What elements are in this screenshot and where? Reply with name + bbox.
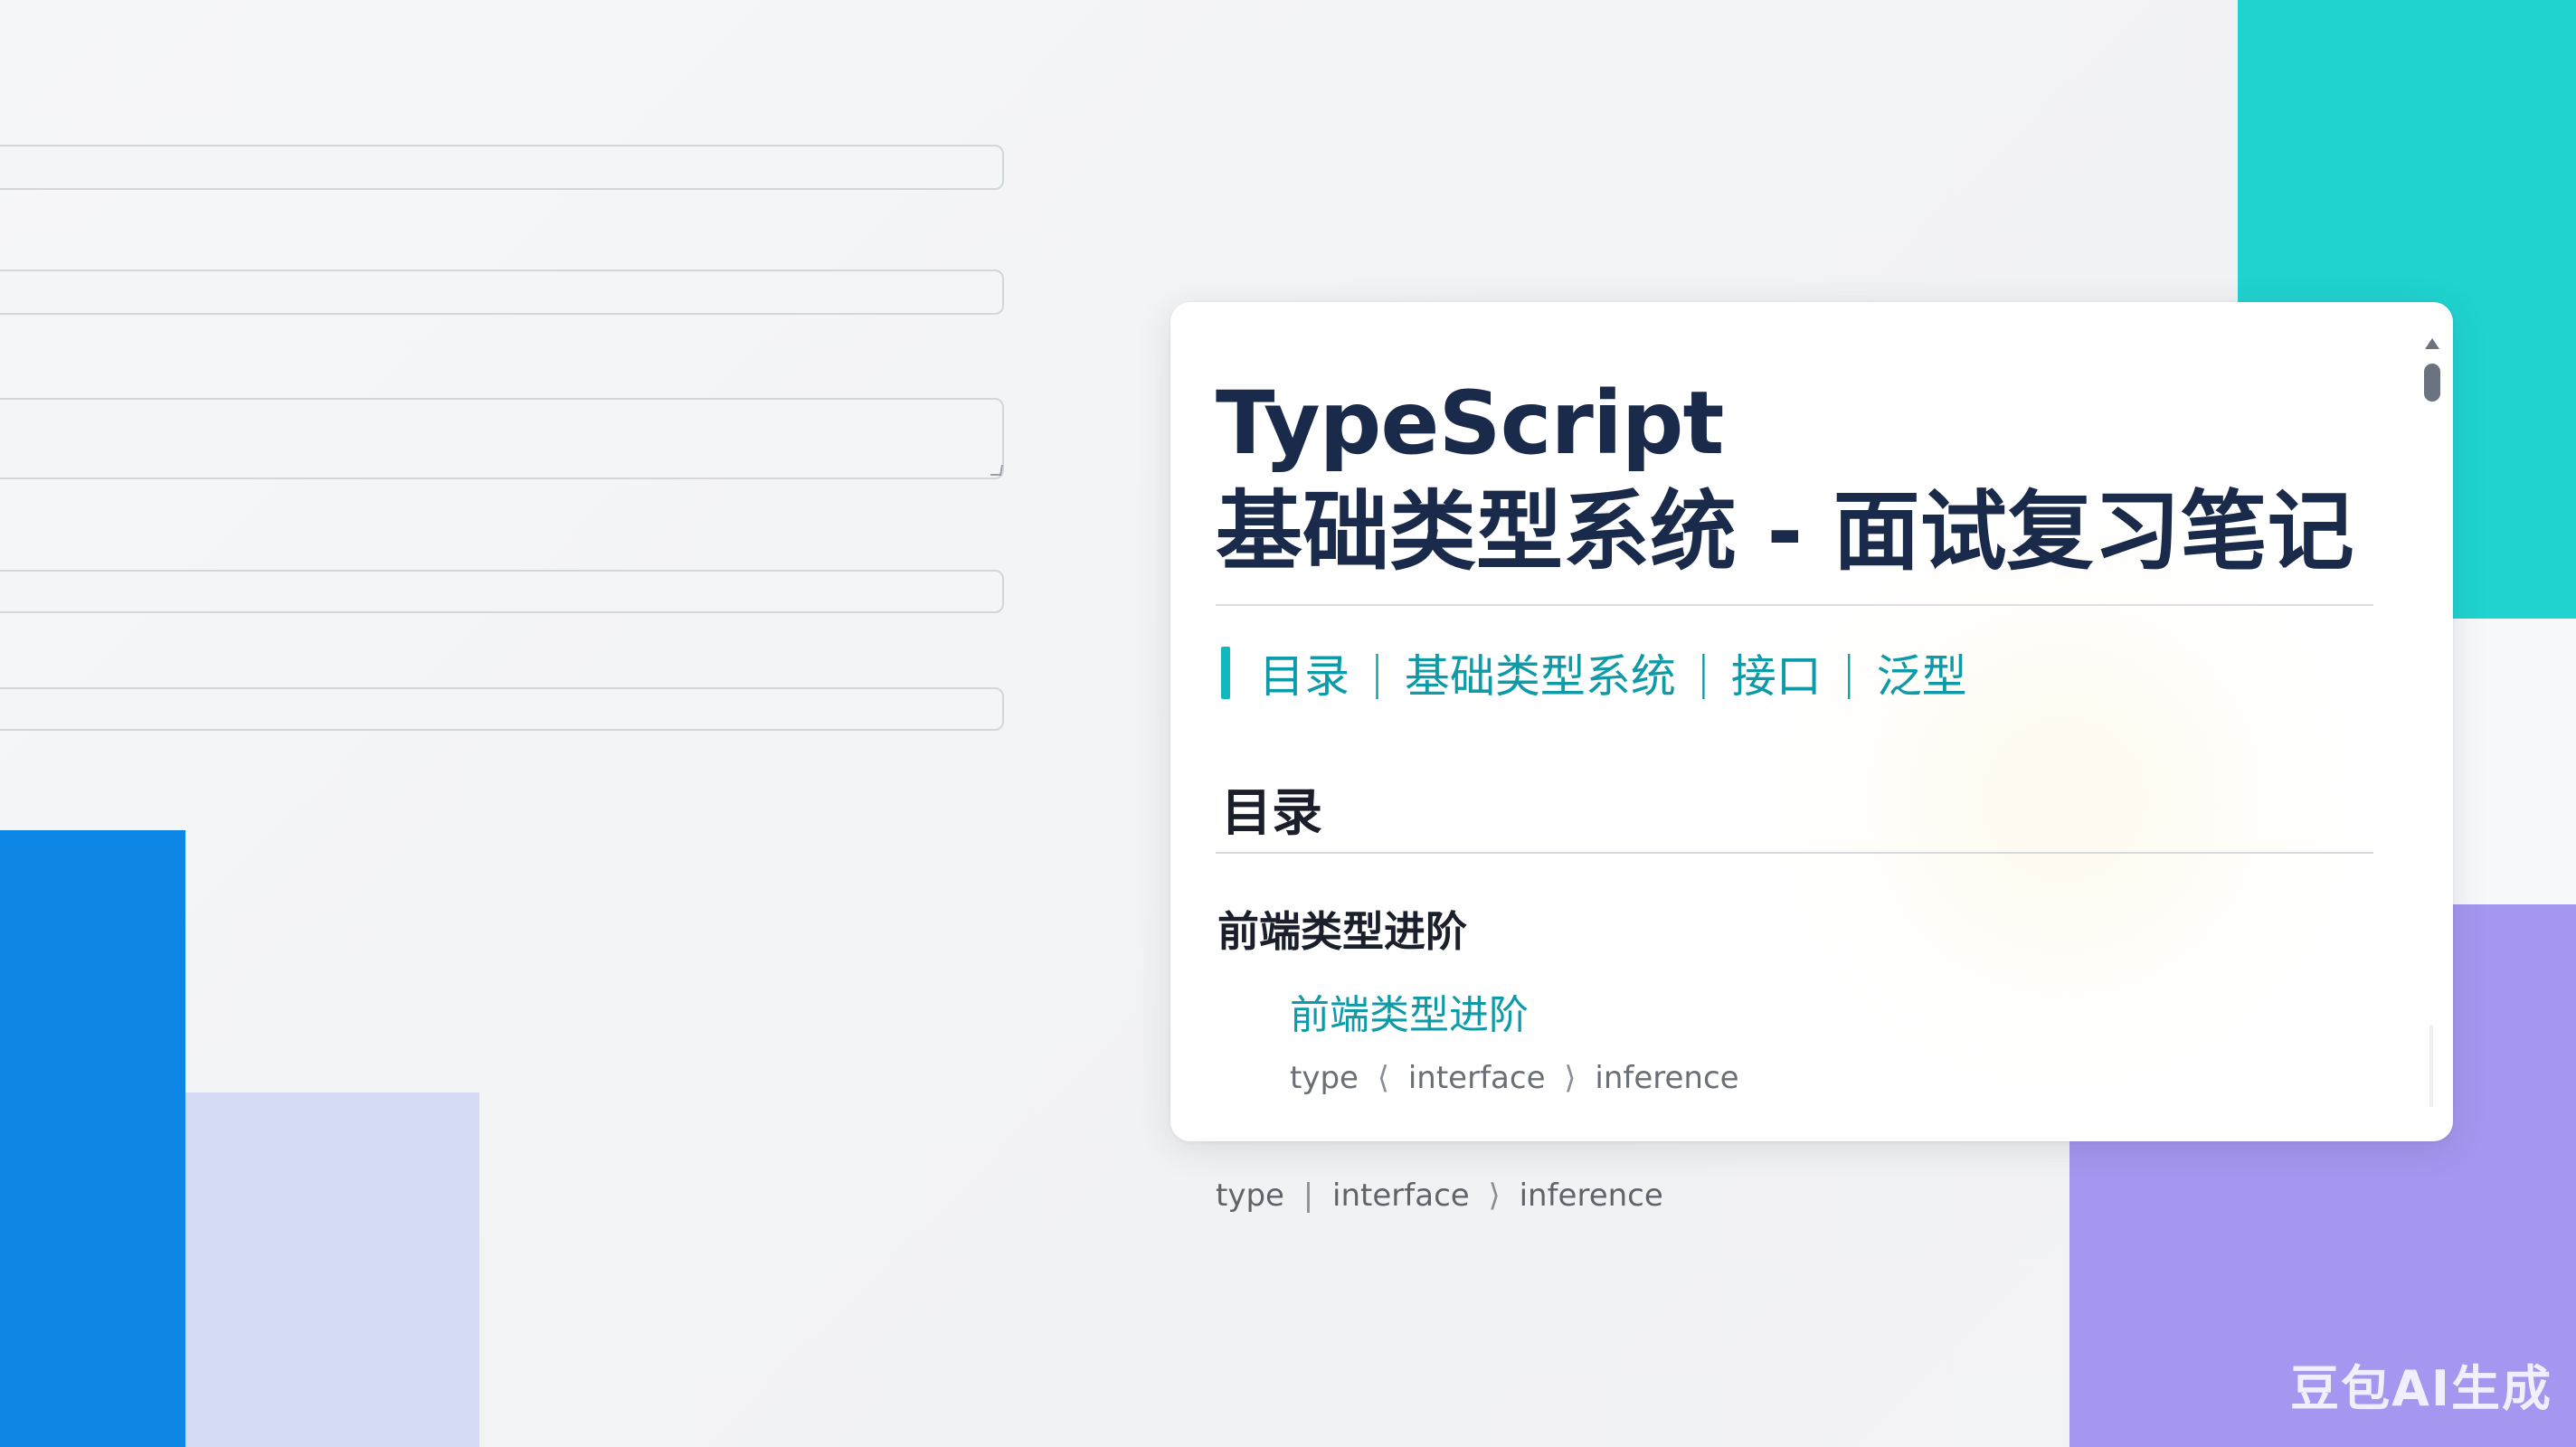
nav-accent-bar [1221, 647, 1230, 699]
textarea-resize-handle-icon[interactable] [990, 465, 1004, 476]
card-title-block: TypeScript 基础类型系统 - 面试复习笔记 [1216, 371, 2373, 588]
nav-separator: | [1695, 647, 1711, 699]
caption-tag-separator: | [1302, 1177, 1314, 1214]
notes-card: TypeScript 基础类型系统 - 面试复习笔记 目录 | 基础类型系统 |… [1170, 302, 2453, 1141]
nav-link-toc[interactable]: 目录 [1259, 640, 1350, 705]
nav-separator: | [1369, 647, 1385, 699]
toc-divider [1216, 852, 2373, 854]
scroll-thumb[interactable] [2424, 364, 2440, 402]
scroll-track [2429, 1026, 2433, 1107]
section-nav: 目录 | 基础类型系统 | 接口 | 泛型 [1221, 640, 1967, 705]
text-field-2[interactable] [0, 270, 1004, 315]
title-divider [1216, 604, 2373, 606]
tag-separator: ⟨ [1377, 1060, 1390, 1096]
tag-separator: ⟩ [1564, 1060, 1577, 1096]
nav-link-interface[interactable]: 接口 [1731, 640, 1822, 705]
text-field-5[interactable] [0, 687, 1004, 731]
nav-link-generics[interactable]: 泛型 [1877, 640, 1967, 705]
nav-separator: | [1841, 647, 1857, 699]
scroll-up-arrow-icon[interactable] [2425, 338, 2439, 349]
text-field-1[interactable] [0, 145, 1004, 190]
nav-link-basic-types[interactable]: 基础类型系统 [1405, 640, 1676, 705]
textarea-field[interactable] [0, 398, 1004, 479]
toc-entry-tags: type ⟨ interface ⟩ inference [1290, 1060, 1739, 1096]
page-background: TypeScript 基础类型系统 - 面试复习笔记 目录 | 基础类型系统 |… [0, 0, 2576, 1447]
card-scrollbar[interactable] [2422, 338, 2442, 1107]
blue-decor-block [0, 830, 185, 1447]
lavender-decor-block [185, 1092, 479, 1447]
tag-inference: inference [1595, 1060, 1739, 1096]
page-title-line-1: TypeScript [1216, 373, 1724, 474]
card-caption-tags: type | interface ⟩ inference [1216, 1177, 1663, 1214]
caption-tag-separator: ⟩ [1488, 1177, 1501, 1214]
text-field-4[interactable] [0, 570, 1004, 613]
toc-entry-link[interactable]: 前端类型进阶 [1290, 982, 1529, 1040]
toc-subheading: 前端类型进阶 [1217, 907, 1467, 956]
tag-interface: interface [1407, 1060, 1546, 1096]
caption-tag-inference: inference [1519, 1177, 1663, 1214]
toc-heading: 目录 [1221, 784, 1322, 843]
ai-generated-watermark: 豆包AI生成 [2290, 1360, 2552, 1417]
tag-type: type [1290, 1060, 1359, 1096]
caption-tag-type: type [1216, 1177, 1284, 1214]
caption-tag-interface: interface [1332, 1177, 1470, 1214]
page-title-line-2: 基础类型系统 - 面试复习笔记 [1216, 481, 2354, 582]
